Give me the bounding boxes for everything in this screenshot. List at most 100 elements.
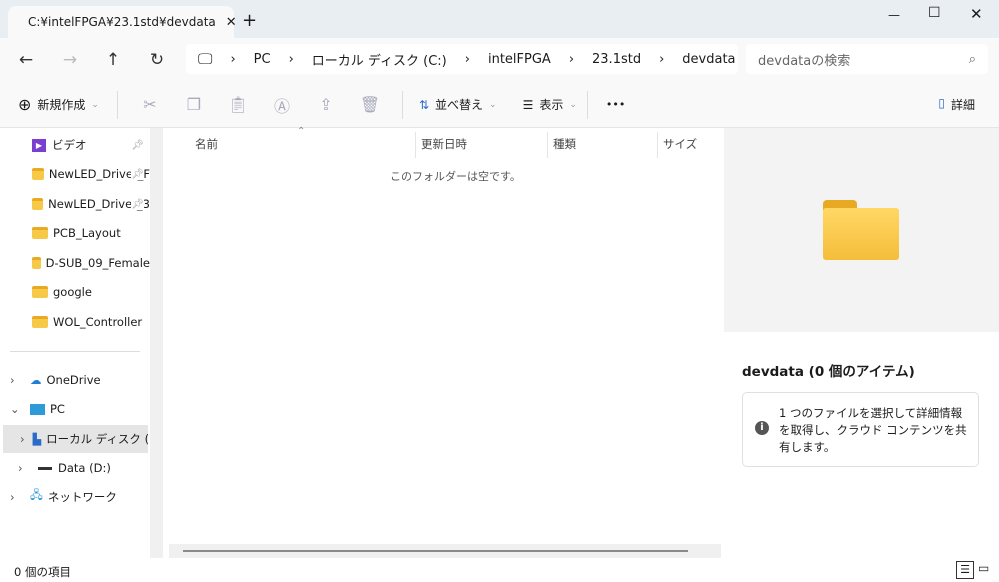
folder-icon: [32, 168, 44, 180]
nav-item-label: ビデオ: [52, 138, 87, 152]
chevron-icon: ›: [568, 51, 575, 67]
title-bar: C:¥intelFPGA¥23.1std¥devdata ✕ + — ☐ ✕: [0, 0, 999, 38]
folder-icon: [32, 316, 48, 328]
share-icon[interactable]: ⇪: [304, 95, 348, 114]
details-pane-icon: ▯: [938, 96, 945, 110]
status-bar: 0 個の項目 ☰ ▭: [0, 558, 999, 582]
folder-icon: [32, 257, 41, 269]
minimize-button[interactable]: —: [888, 8, 900, 22]
tree-item[interactable]: › ▙ ローカル ディスク (C:): [3, 425, 148, 453]
breadcrumb-intelfpga[interactable]: intelFPGA: [488, 52, 551, 67]
details-button[interactable]: ▯ 詳細: [938, 96, 975, 113]
sort-up-icon: ⌃: [297, 126, 306, 137]
file-list: ⌃ 名前 更新日時 種類 サイズ このフォルダーは空です。: [163, 126, 722, 558]
preview-area: [724, 128, 999, 332]
column-modified[interactable]: 更新日時: [421, 136, 467, 152]
new-tab-button[interactable]: +: [242, 10, 257, 31]
search-placeholder: devdataの検索: [758, 53, 851, 69]
details-view-icon[interactable]: ☰: [956, 561, 974, 579]
chevron-icon: ›: [464, 51, 470, 67]
search-icon: ⌕: [968, 51, 976, 67]
divider: [150, 128, 163, 558]
paste-icon[interactable]: 📋︎: [216, 95, 260, 114]
plus-circle-icon: ⊕: [18, 95, 32, 114]
large-folder-icon: [823, 200, 899, 260]
breadcrumb-c[interactable]: ローカル ディスク (C:): [312, 50, 447, 69]
expand-chevron-icon[interactable]: ›: [20, 432, 25, 446]
nav-item-label: PCB_Layout: [53, 226, 121, 240]
view-button[interactable]: ☰ 表示 ⌄: [523, 96, 577, 113]
more-button[interactable]: •••: [606, 98, 625, 111]
delete-icon[interactable]: 🗑︎: [348, 95, 392, 114]
info-icon: i: [755, 421, 769, 435]
nav-item[interactable]: D-SUB_09_Female: [0, 249, 150, 277]
nav-item-label: WOL_Controller: [53, 315, 143, 329]
chevron-icon: ›: [230, 51, 236, 67]
column-name[interactable]: 名前: [195, 136, 218, 152]
details-title: devdata (0 個のアイテム): [742, 364, 915, 380]
video-icon: ▶: [32, 138, 46, 152]
breadcrumb-pc[interactable]: PC: [254, 52, 271, 67]
column-type[interactable]: 種類: [553, 136, 576, 152]
pin-icon: 📌︎: [131, 198, 144, 210]
search-input[interactable]: devdataの検索 ⌕: [746, 44, 988, 74]
tab-title: C:¥intelFPGA¥23.1std¥devdata: [28, 15, 216, 29]
tab-devdata[interactable]: C:¥intelFPGA¥23.1std¥devdata ✕: [8, 6, 237, 38]
details-pane: devdata (0 個のアイテム) i 1 つのファイルを選択して詳細情報を取…: [724, 128, 999, 558]
view-label: 表示: [539, 98, 564, 112]
empty-message: このフォルダーは空です。: [390, 170, 521, 183]
maximize-button[interactable]: ☐: [928, 5, 941, 21]
folder-icon: [32, 227, 48, 239]
nav-item-label: google: [53, 285, 92, 299]
address-bar[interactable]: 🖵 › PC › ローカル ディスク (C:) › intelFPGA › 23…: [186, 44, 738, 74]
sort-label: 並べ替え: [435, 98, 484, 112]
nav-item[interactable]: google: [0, 278, 150, 306]
tree-item[interactable]: › ☁ OneDrive: [0, 366, 150, 394]
column-size[interactable]: サイズ: [663, 136, 697, 152]
nav-item[interactable]: WOL_Controller: [0, 308, 150, 336]
pin-icon: 📌︎: [131, 168, 144, 180]
item-count: 0 個の項目: [14, 565, 71, 579]
breadcrumb-23-1std[interactable]: 23.1std: [592, 52, 641, 67]
folder-icon: [32, 198, 44, 210]
chevron-icon: ›: [288, 51, 294, 67]
tree-item[interactable]: › 🖧︎ ネットワーク: [0, 483, 150, 511]
horizontal-scrollbar[interactable]: [169, 544, 721, 558]
computer-icon: 🖵: [198, 50, 213, 68]
details-info-text: 1 つのファイルを選択して詳細情報を取得し、クラウド コンテンツを共有します。: [779, 406, 967, 454]
nav-item[interactable]: PCB_Layout: [0, 219, 150, 247]
rename-icon[interactable]: Ⓐ: [260, 93, 304, 117]
tree-item-label: PC: [50, 402, 65, 416]
expand-chevron-icon[interactable]: ⌄: [10, 402, 22, 416]
nav-item-label: D-SUB_09_Female: [45, 256, 150, 270]
up-button[interactable]: ↑: [101, 48, 125, 72]
nav-item[interactable]: NewLED_Driver_F 📌︎: [0, 160, 150, 188]
tree-item-label: OneDrive: [46, 373, 101, 387]
expand-chevron-icon[interactable]: ›: [10, 490, 22, 504]
sort-button[interactable]: ⇅ 並べ替え ⌄: [419, 96, 497, 113]
close-window-button[interactable]: ✕: [970, 5, 983, 23]
copy-icon[interactable]: ❐: [172, 95, 216, 114]
command-bar: ⊕ 新規作成 ⌄ ✂ ❐ 📋︎ Ⓐ ⇪ 🗑︎ ⇅ 並べ替え ⌄ ☰ 表示 ⌄ ••• ▯ 詳細: [0, 82, 999, 128]
tree-item-label: ローカル ディスク (C:): [46, 432, 148, 446]
tree-item[interactable]: ⌄ PC: [0, 395, 150, 423]
forward-button[interactable]: →: [58, 48, 82, 72]
network-icon: 🖧︎: [30, 487, 43, 502]
new-button[interactable]: ⊕ 新規作成 ⌄: [18, 95, 99, 114]
back-button[interactable]: ←: [14, 48, 38, 72]
refresh-button[interactable]: ↻: [145, 48, 169, 72]
sort-icon: ⇅: [418, 97, 430, 112]
tiles-view-icon[interactable]: ▭: [978, 561, 989, 575]
expand-chevron-icon[interactable]: ›: [10, 373, 22, 387]
nav-item[interactable]: NewLED_Driver_3 📌︎: [0, 190, 150, 218]
tree-item[interactable]: › Data (D:): [0, 454, 150, 482]
nav-item[interactable]: ▶ ビデオ 📌︎: [0, 131, 150, 159]
tab-close-button[interactable]: ✕: [226, 15, 237, 30]
pin-icon: 📌︎: [131, 139, 144, 151]
onedrive-icon: ☁: [30, 373, 42, 387]
expand-chevron-icon[interactable]: ›: [18, 461, 30, 475]
breadcrumb-devdata[interactable]: devdata: [682, 52, 735, 67]
view-icon: ☰: [522, 97, 534, 112]
folder-icon: [32, 286, 48, 298]
cut-icon[interactable]: ✂: [128, 95, 172, 114]
